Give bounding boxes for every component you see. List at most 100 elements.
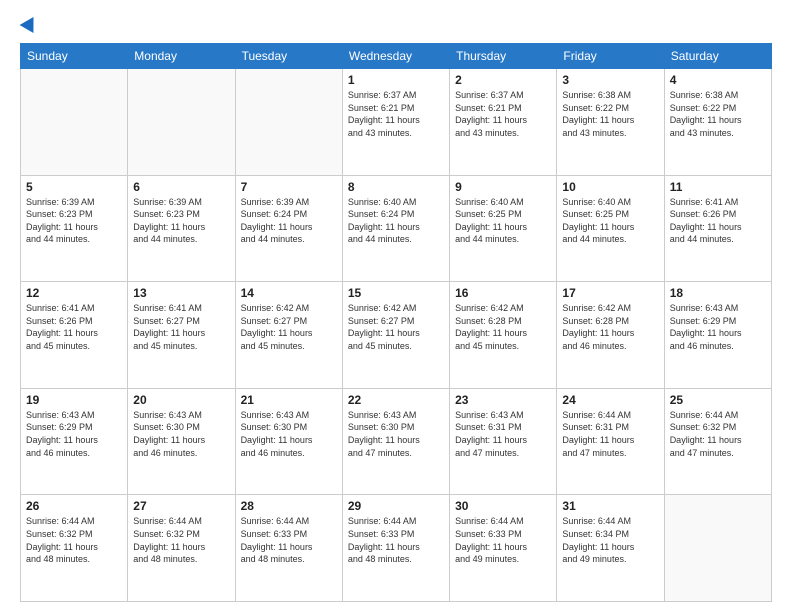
calendar-cell: 18 Sunrise: 6:43 AM Sunset: 6:29 PM Dayli…: [664, 282, 771, 389]
day-info: Sunrise: 6:38 AM Sunset: 6:22 PM Dayligh…: [670, 89, 766, 139]
day-header-thursday: Thursday: [450, 44, 557, 69]
day-number: 31: [562, 499, 658, 513]
calendar-cell: 7 Sunrise: 6:39 AM Sunset: 6:24 PM Daylig…: [235, 175, 342, 282]
calendar-cell: 10Sunrise: 6:40 AM Sunset: 6:25 PM Dayli…: [557, 175, 664, 282]
day-info: Sunrise: 6:41 AM Sunset: 6:26 PM Dayligh…: [26, 302, 122, 352]
day-info: Sunrise: 6:44 AM Sunset: 6:32 PM Dayligh…: [133, 515, 229, 565]
day-number: 24: [562, 393, 658, 407]
day-number: 27: [133, 499, 229, 513]
calendar-cell: 16 Sunrise: 6:42 AM Sunset: 6:28 PM Dayli…: [450, 282, 557, 389]
day-number: 28: [241, 499, 337, 513]
calendar-cell: 31 Sunrise: 6:44 AM Sunset: 6:34 PM Dayli…: [557, 495, 664, 602]
calendar-cell: 26 Sunrise: 6:44 AM Sunset: 6:32 PM Dayli…: [21, 495, 128, 602]
calendar-cell: 15 Sunrise: 6:42 AM Sunset: 6:27 PM Dayli…: [342, 282, 449, 389]
day-info: Sunrise: 6:41 AM Sunset: 6:26 PM Dayligh…: [670, 196, 766, 246]
day-number: 19: [26, 393, 122, 407]
day-info: Sunrise: 6:44 AM Sunset: 6:32 PM Dayligh…: [670, 409, 766, 459]
calendar-cell: 6 Sunrise: 6:39 AM Sunset: 6:23 PM Daylig…: [128, 175, 235, 282]
day-number: 17: [562, 286, 658, 300]
calendar-table: SundayMondayTuesdayWednesdayThursdayFrid…: [20, 43, 772, 602]
day-number: 15: [348, 286, 444, 300]
day-info: Sunrise: 6:42 AM Sunset: 6:28 PM Dayligh…: [562, 302, 658, 352]
day-number: 3: [562, 73, 658, 87]
calendar-cell: 8 Sunrise: 6:40 AM Sunset: 6:24 PM Daylig…: [342, 175, 449, 282]
calendar-cell: 5Sunrise: 6:39 AM Sunset: 6:23 PM Daylig…: [21, 175, 128, 282]
day-info: Sunrise: 6:37 AM Sunset: 6:21 PM Dayligh…: [348, 89, 444, 139]
day-number: 29: [348, 499, 444, 513]
calendar-cell: 30Sunrise: 6:44 AM Sunset: 6:33 PM Dayli…: [450, 495, 557, 602]
day-info: Sunrise: 6:39 AM Sunset: 6:23 PM Dayligh…: [26, 196, 122, 246]
day-header-monday: Monday: [128, 44, 235, 69]
day-number: 12: [26, 286, 122, 300]
day-info: Sunrise: 6:44 AM Sunset: 6:34 PM Dayligh…: [562, 515, 658, 565]
day-header-sunday: Sunday: [21, 44, 128, 69]
calendar-cell: 21 Sunrise: 6:43 AM Sunset: 6:30 PM Dayli…: [235, 388, 342, 495]
day-number: 14: [241, 286, 337, 300]
calendar-cell: 1 Sunrise: 6:37 AM Sunset: 6:21 PM Daylig…: [342, 69, 449, 176]
calendar-cell: 19 Sunrise: 6:43 AM Sunset: 6:29 PM Dayli…: [21, 388, 128, 495]
calendar-cell: 9Sunrise: 6:40 AM Sunset: 6:25 PM Daylig…: [450, 175, 557, 282]
calendar-cell: 2Sunrise: 6:37 AM Sunset: 6:21 PM Daylig…: [450, 69, 557, 176]
calendar-cell: 28Sunrise: 6:44 AM Sunset: 6:33 PM Dayli…: [235, 495, 342, 602]
calendar-cell: 12 Sunrise: 6:41 AM Sunset: 6:26 PM Dayli…: [21, 282, 128, 389]
calendar-cell: 22 Sunrise: 6:43 AM Sunset: 6:30 PM Dayli…: [342, 388, 449, 495]
calendar-cell: 20 Sunrise: 6:43 AM Sunset: 6:30 PM Dayli…: [128, 388, 235, 495]
logo: [20, 16, 38, 33]
day-info: Sunrise: 6:43 AM Sunset: 6:31 PM Dayligh…: [455, 409, 551, 459]
day-info: Sunrise: 6:39 AM Sunset: 6:24 PM Dayligh…: [241, 196, 337, 246]
calendar-cell: 3 Sunrise: 6:38 AM Sunset: 6:22 PM Daylig…: [557, 69, 664, 176]
calendar-cell: [664, 495, 771, 602]
calendar-cell: 24 Sunrise: 6:44 AM Sunset: 6:31 PM Dayli…: [557, 388, 664, 495]
day-number: 10: [562, 180, 658, 194]
day-number: 22: [348, 393, 444, 407]
day-header-wednesday: Wednesday: [342, 44, 449, 69]
day-number: 8: [348, 180, 444, 194]
day-info: Sunrise: 6:43 AM Sunset: 6:30 PM Dayligh…: [241, 409, 337, 459]
day-number: 25: [670, 393, 766, 407]
day-number: 1: [348, 73, 444, 87]
day-info: Sunrise: 6:44 AM Sunset: 6:32 PM Dayligh…: [26, 515, 122, 565]
day-number: 4: [670, 73, 766, 87]
day-info: Sunrise: 6:38 AM Sunset: 6:22 PM Dayligh…: [562, 89, 658, 139]
day-number: 23: [455, 393, 551, 407]
day-number: 11: [670, 180, 766, 194]
day-info: Sunrise: 6:40 AM Sunset: 6:24 PM Dayligh…: [348, 196, 444, 246]
day-info: Sunrise: 6:42 AM Sunset: 6:27 PM Dayligh…: [348, 302, 444, 352]
day-header-tuesday: Tuesday: [235, 44, 342, 69]
day-info: Sunrise: 6:43 AM Sunset: 6:29 PM Dayligh…: [26, 409, 122, 459]
day-number: 18: [670, 286, 766, 300]
calendar-cell: 17 Sunrise: 6:42 AM Sunset: 6:28 PM Dayli…: [557, 282, 664, 389]
calendar-cell: 4 Sunrise: 6:38 AM Sunset: 6:22 PM Daylig…: [664, 69, 771, 176]
day-info: Sunrise: 6:44 AM Sunset: 6:33 PM Dayligh…: [455, 515, 551, 565]
day-info: Sunrise: 6:43 AM Sunset: 6:30 PM Dayligh…: [348, 409, 444, 459]
day-info: Sunrise: 6:43 AM Sunset: 6:30 PM Dayligh…: [133, 409, 229, 459]
day-header-friday: Friday: [557, 44, 664, 69]
day-info: Sunrise: 6:39 AM Sunset: 6:23 PM Dayligh…: [133, 196, 229, 246]
calendar-cell: 14 Sunrise: 6:42 AM Sunset: 6:27 PM Dayli…: [235, 282, 342, 389]
day-number: 13: [133, 286, 229, 300]
day-number: 7: [241, 180, 337, 194]
day-info: Sunrise: 6:43 AM Sunset: 6:29 PM Dayligh…: [670, 302, 766, 352]
day-info: Sunrise: 6:41 AM Sunset: 6:27 PM Dayligh…: [133, 302, 229, 352]
header: [20, 16, 772, 33]
day-number: 2: [455, 73, 551, 87]
logo-text: [20, 16, 38, 33]
calendar-cell: 29 Sunrise: 6:44 AM Sunset: 6:33 PM Dayli…: [342, 495, 449, 602]
calendar-cell: [128, 69, 235, 176]
day-number: 20: [133, 393, 229, 407]
calendar-cell: 27 Sunrise: 6:44 AM Sunset: 6:32 PM Dayli…: [128, 495, 235, 602]
day-header-saturday: Saturday: [664, 44, 771, 69]
day-number: 21: [241, 393, 337, 407]
day-number: 26: [26, 499, 122, 513]
calendar-cell: [21, 69, 128, 176]
calendar-cell: [235, 69, 342, 176]
calendar-cell: 23 Sunrise: 6:43 AM Sunset: 6:31 PM Dayli…: [450, 388, 557, 495]
calendar-cell: 11 Sunrise: 6:41 AM Sunset: 6:26 PM Dayli…: [664, 175, 771, 282]
calendar-cell: 13 Sunrise: 6:41 AM Sunset: 6:27 PM Dayli…: [128, 282, 235, 389]
day-info: Sunrise: 6:44 AM Sunset: 6:33 PM Dayligh…: [348, 515, 444, 565]
day-info: Sunrise: 6:42 AM Sunset: 6:28 PM Dayligh…: [455, 302, 551, 352]
day-info: Sunrise: 6:44 AM Sunset: 6:31 PM Dayligh…: [562, 409, 658, 459]
day-number: 6: [133, 180, 229, 194]
day-info: Sunrise: 6:42 AM Sunset: 6:27 PM Dayligh…: [241, 302, 337, 352]
day-number: 16: [455, 286, 551, 300]
